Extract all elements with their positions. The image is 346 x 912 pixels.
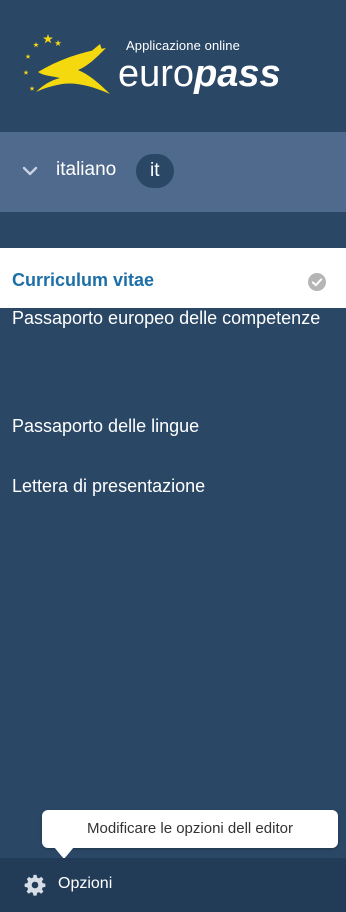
logo-wordmark: europass	[118, 52, 281, 96]
logo-wordmark-light: euro	[118, 53, 195, 95]
language-code-badge: it	[136, 154, 174, 188]
options-tooltip: Modificare le opzioni dell editor	[42, 810, 338, 848]
menu-item-curriculum-vitae[interactable]: Curriculum vitae	[0, 256, 346, 308]
europass-logo-icon	[23, 34, 110, 94]
logo-subtitle: Applicazione online	[126, 38, 240, 53]
language-name: italiano	[56, 159, 117, 180]
menu-item-passaporto-lingue[interactable]: Passaporto delle lingue	[12, 416, 332, 436]
language-selector[interactable]: italiano it	[0, 132, 346, 212]
app-header: Applicazione online europass	[0, 0, 346, 132]
europass-logo[interactable]: Applicazione online europass	[18, 30, 288, 110]
logo-wordmark-bold: pass	[194, 53, 281, 95]
menu-item-label: Curriculum vitae	[12, 270, 155, 290]
menu-item-lettera-presentazione[interactable]: Lettera di presentazione	[12, 476, 332, 496]
check-circle-icon	[308, 273, 326, 291]
menu-item-passaporto-competenze[interactable]: Passaporto europeo delle competenze	[12, 308, 332, 328]
options-button[interactable]: Opzioni	[0, 858, 346, 912]
options-label: Opzioni	[58, 875, 113, 892]
header-spacer	[0, 212, 346, 248]
gear-icon	[24, 874, 46, 896]
chevron-down-icon	[22, 166, 38, 176]
